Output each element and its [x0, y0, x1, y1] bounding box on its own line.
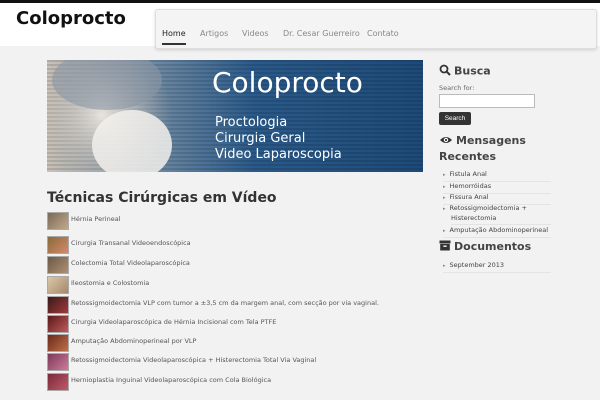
search-widget-title: Busca — [439, 64, 491, 79]
eye-icon — [439, 134, 453, 149]
video-thumbnail[interactable] — [47, 296, 69, 314]
bullet-icon: ▸ — [443, 172, 446, 178]
archive-item[interactable]: ▸ September 2013 — [443, 260, 551, 273]
video-thumbnail[interactable] — [47, 334, 69, 352]
banner-line-3: Video Laparoscopia — [215, 147, 342, 162]
bullet-icon: ▸ — [443, 184, 446, 190]
site-logo[interactable]: Coloprocto — [16, 8, 126, 29]
video-link[interactable]: Cirurgia Transanal Videoendoscópica — [71, 239, 191, 247]
banner-line-1: Proctologia — [215, 115, 287, 130]
banner-title: Coloprocto — [212, 66, 363, 99]
recent-post-item[interactable]: ▸ Amputação Abdominoperineal — [443, 225, 551, 238]
video-link[interactable]: Ileostomia e Colostomia — [71, 279, 149, 287]
bullet-icon: ▸ — [443, 206, 446, 212]
search-button[interactable]: Search — [439, 112, 471, 125]
nav-videos[interactable]: Videos — [242, 25, 269, 43]
recent-post-link[interactable]: Retossigmoidectomia + — [450, 204, 527, 212]
nav-contato[interactable]: Contato — [367, 25, 399, 43]
search-widget-label: Busca — [454, 64, 491, 78]
video-link[interactable]: Retossigmoidectomia VLP com tumor a ±3,5… — [71, 299, 379, 307]
recent-post-link[interactable]: Histerectomia — [451, 214, 496, 222]
video-link[interactable]: Hernioplastia Inguinal Videolaparoscópic… — [71, 376, 271, 384]
video-thumbnail[interactable] — [47, 276, 69, 294]
video-thumbnail[interactable] — [47, 315, 69, 333]
video-thumbnail[interactable] — [47, 236, 69, 254]
video-link[interactable]: Colectomia Total Videolaparoscópica — [71, 259, 190, 267]
documents-widget-label: Documentos — [454, 240, 532, 253]
recent-post-link[interactable]: Hemorróidas — [450, 182, 492, 190]
recent-post-link[interactable]: Fissura Anal — [450, 193, 489, 201]
banner-line-2: Cirurgia Geral — [215, 131, 305, 146]
video-link[interactable]: Cirurgia Videolaparoscópica de Hérnia In… — [71, 318, 276, 326]
bullet-icon: ▸ — [443, 228, 446, 234]
documents-widget-title: Documentos — [439, 240, 531, 254]
video-link[interactable]: Hérnia Perineal — [71, 215, 121, 223]
nav-artigos[interactable]: Artigos — [200, 25, 228, 43]
recent-posts-label-1: Mensagens — [456, 134, 526, 147]
page-title: Técnicas Cirúrgicas em Vídeo — [47, 190, 277, 206]
video-thumbnail[interactable] — [47, 353, 69, 371]
recent-posts-label-2: Recentes — [439, 149, 497, 163]
video-link[interactable]: Retossigmoidectomia Videolaparoscópica +… — [71, 356, 316, 364]
hero-banner: Coloprocto Proctologia Cirurgia Geral Vi… — [47, 60, 423, 172]
search-label: Search for: — [439, 84, 475, 92]
recent-post-item-continued[interactable]: Histerectomia — [451, 213, 551, 225]
nav-dr-cesar-guerreiro[interactable]: Dr. Cesar Guerreiro — [283, 25, 360, 43]
recent-post-link[interactable]: Amputação Abdominoperineal — [450, 226, 549, 234]
banner-image: Coloprocto Proctologia Cirurgia Geral Vi… — [47, 60, 423, 172]
archive-icon — [439, 240, 451, 254]
video-thumbnail[interactable] — [47, 212, 69, 230]
recent-post-link[interactable]: Fistula Anal — [450, 170, 487, 178]
bullet-icon: ▸ — [443, 195, 446, 201]
archive-link[interactable]: September 2013 — [450, 261, 505, 269]
video-thumbnail[interactable] — [47, 256, 69, 274]
video-link[interactable]: Amputação Abdominoperineal por VLP — [71, 337, 196, 345]
bullet-icon: ▸ — [443, 263, 446, 269]
nav-home[interactable]: Home — [162, 25, 186, 45]
video-thumbnail[interactable] — [47, 373, 69, 391]
recent-posts-title: Mensagens Recentes — [439, 133, 526, 164]
search-input[interactable] — [439, 94, 535, 108]
search-icon — [439, 64, 451, 79]
